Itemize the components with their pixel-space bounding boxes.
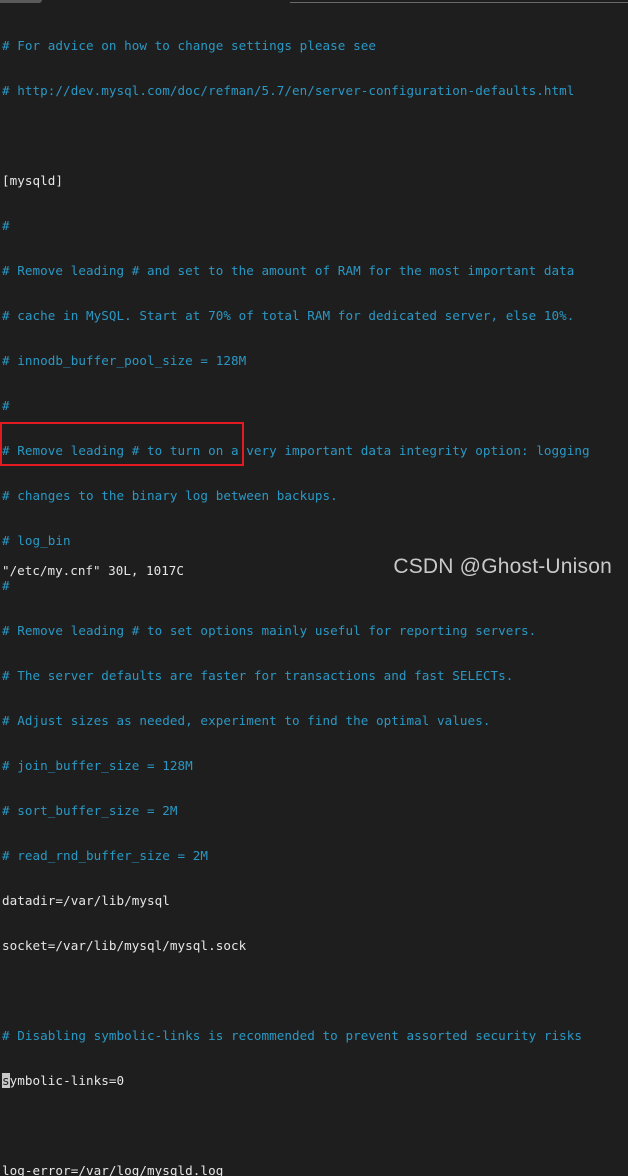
editor-line-with-cursor: symbolic-links=0 (2, 1073, 590, 1088)
editor-line: # innodb_buffer_pool_size = 128M (2, 353, 247, 368)
editor-line: # changes to the binary log between back… (2, 488, 338, 503)
editor-line: log-error=/var/log/mysqld.log (2, 1163, 224, 1176)
text-cursor: s (2, 1073, 10, 1088)
editor-line: # The server defaults are faster for tra… (2, 668, 514, 683)
editor-line: # sort_buffer_size = 2M (2, 803, 178, 818)
editor-line: # Adjust sizes as needed, experiment to … (2, 713, 491, 728)
editor-line: # Remove leading # to set options mainly… (2, 623, 537, 638)
editor-line: datadir=/var/lib/mysql (2, 893, 170, 908)
editor-line: # (2, 218, 10, 233)
editor-line: # cache in MySQL. Start at 70% of total … (2, 308, 575, 323)
window-top-border (290, 2, 628, 3)
vim-editor-buffer[interactable]: # For advice on how to change settings p… (2, 8, 590, 1176)
editor-line: socket=/var/lib/mysql/mysql.sock (2, 938, 247, 953)
editor-line: # For advice on how to change settings p… (2, 38, 376, 53)
editor-line: # join_buffer_size = 128M (2, 758, 193, 773)
editor-line: # log_bin (2, 533, 71, 548)
editor-line: # read_rnd_buffer_size = 2M (2, 848, 209, 863)
annotation-highlight-box (0, 422, 244, 466)
window-tab-edge (0, 0, 42, 3)
editor-line: # Disabling symbolic-links is recommende… (2, 1028, 583, 1043)
editor-line: # http://dev.mysql.com/doc/refman/5.7/en… (2, 83, 575, 98)
editor-line: # Remove leading # and set to the amount… (2, 263, 575, 278)
section-header-line: [mysqld] (2, 173, 64, 188)
editor-line: # (2, 398, 10, 413)
vim-status-line: "/etc/my.cnf" 30L, 1017C (2, 563, 184, 578)
editor-line: # (2, 578, 10, 593)
editor-line-text: ymbolic-links=0 (9, 1073, 125, 1088)
watermark-text: CSDN @Ghost-Unison (393, 555, 612, 578)
